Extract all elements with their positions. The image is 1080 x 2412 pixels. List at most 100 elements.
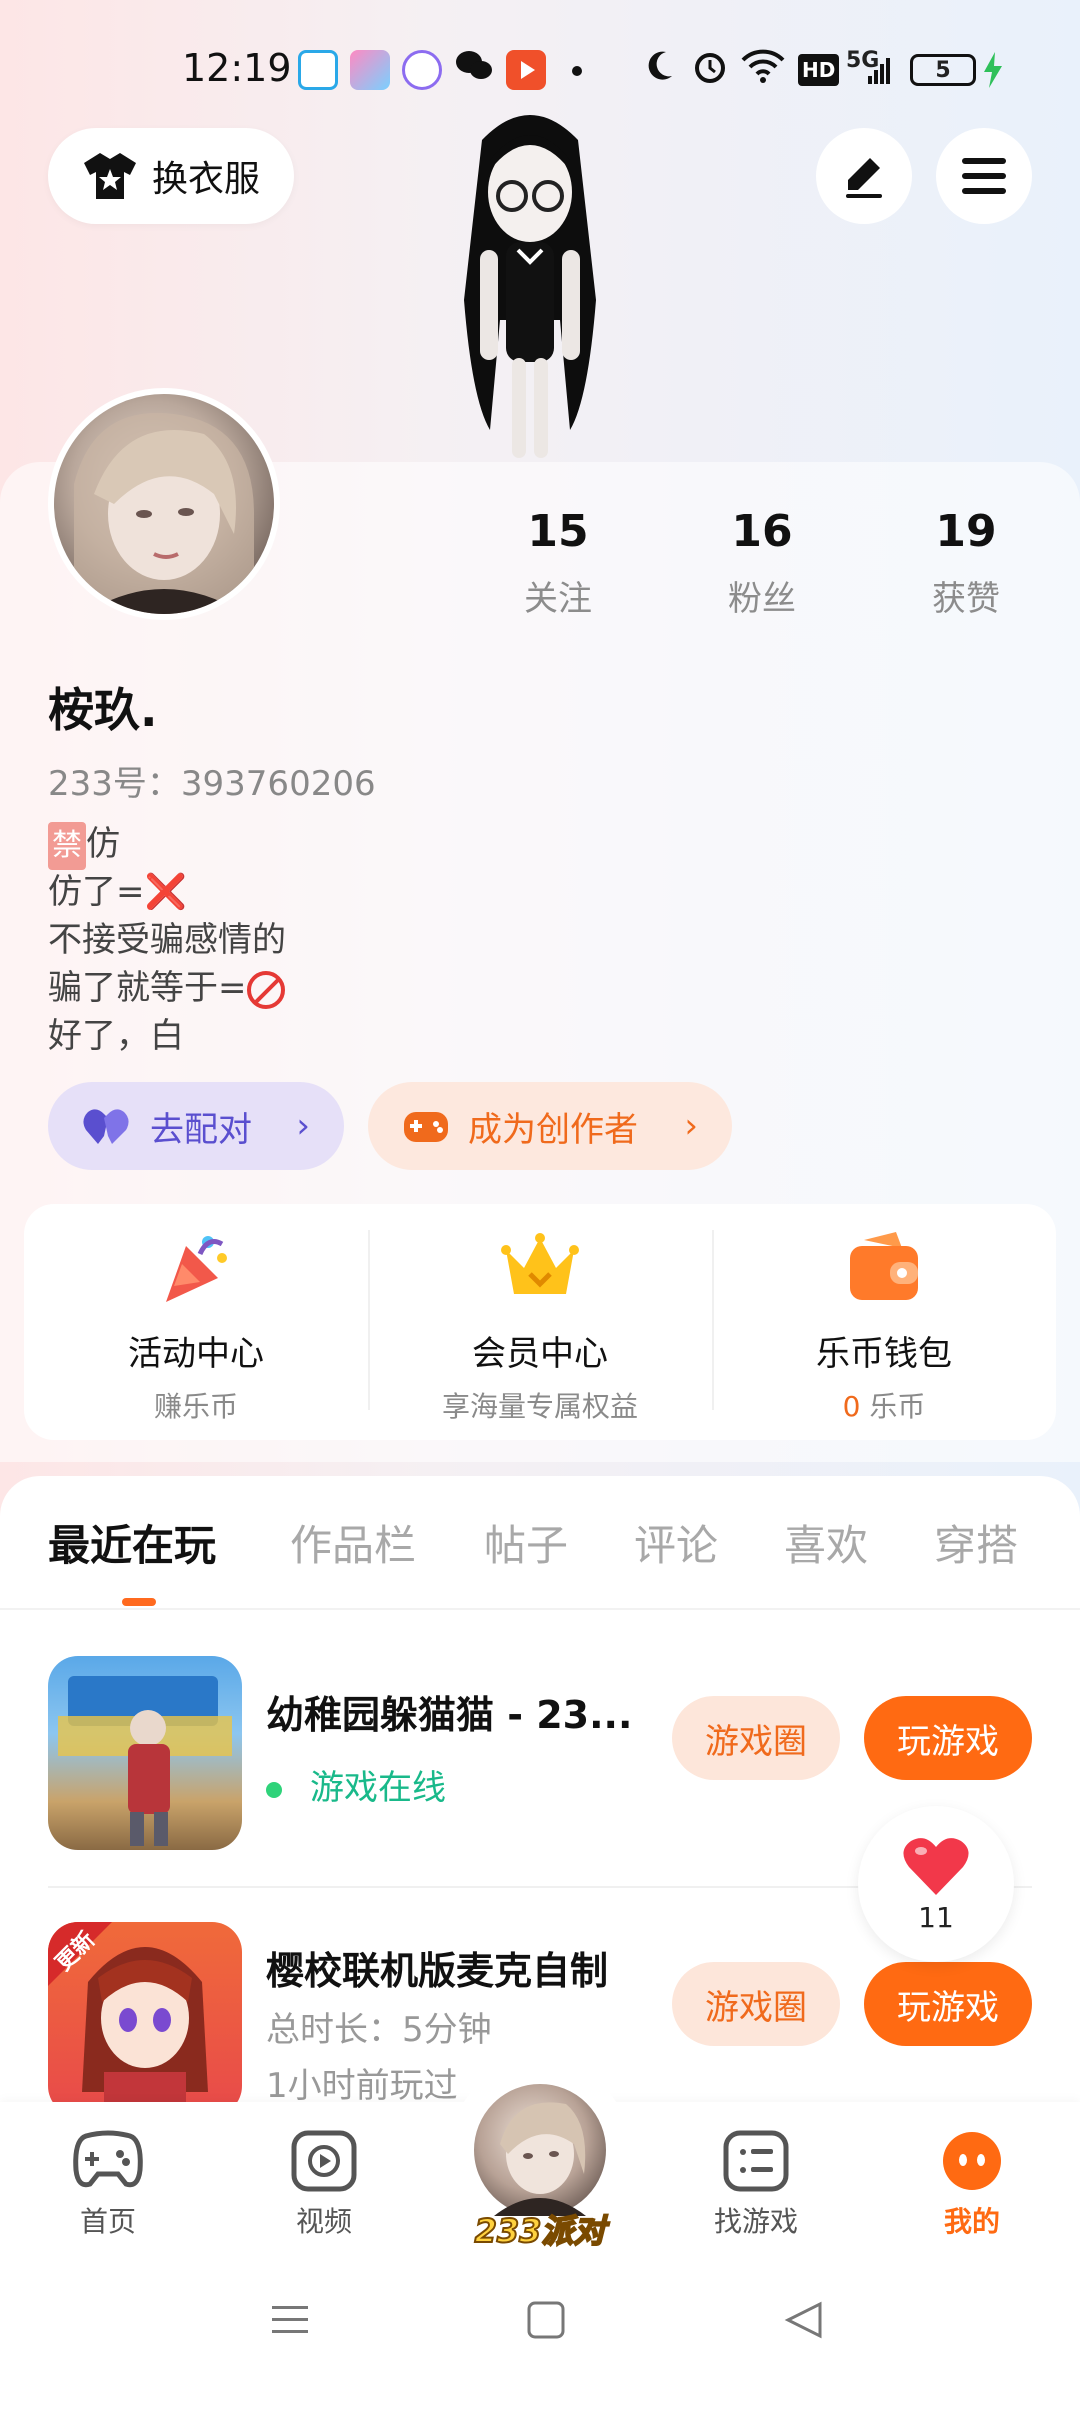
system-nav-bar [0,2252,1080,2412]
vip-center-title: 会员中心 [472,1334,608,1374]
bio-line-2-text: 仿了= [48,872,145,912]
hamburger-icon [962,158,1006,194]
game-thumbnail[interactable]: 更新 [48,1922,242,2116]
battery-level: 5 [935,57,951,83]
moon-icon [642,46,678,95]
game-app-icon [350,50,390,90]
bio-line-1-text: 仿 [86,824,120,864]
bio-line-4-text: 骗了就等于= [48,968,247,1008]
nav-find-games[interactable]: 找游戏 [686,2130,826,2240]
coin-wallet-subtitle: 0 乐币 [843,1385,926,1425]
pen-icon [846,158,882,198]
match-button[interactable]: 去配对 › [48,1082,344,1170]
nav-find-games-label: 找游戏 [713,2205,798,2238]
tab-posts[interactable]: 帖子 [484,1512,568,1573]
video-icon [291,2130,357,2192]
game-title: 樱校联机版麦克自制 [266,1949,609,1993]
battery-icon: 5 [910,54,976,86]
activity-center[interactable]: 活动中心 赚乐币 [24,1204,368,1440]
game-circle-button[interactable]: 游戏圈 [672,1962,840,2046]
edit-profile-button[interactable] [816,128,912,224]
video-app-icon [506,50,546,90]
game-circle-button[interactable]: 游戏圈 [672,1696,840,1780]
heart-icon [83,1109,129,1144]
coin-balance: 0 [842,1390,861,1423]
like-count: 11 [918,1900,954,1934]
nav-me-label: 我的 [943,2205,1000,2238]
stat-likes[interactable]: 19 获赞 [886,506,1046,620]
play-game-button[interactable]: 玩游戏 [864,1962,1032,2046]
likes-count: 19 [935,506,997,557]
home-icon[interactable] [526,2300,566,2344]
following-label: 关注 [524,579,592,619]
tab-works[interactable]: 作品栏 [290,1512,416,1573]
change-clothes-button[interactable]: 换衣服 [48,128,294,224]
online-dot [266,1781,282,1798]
bio-line-4: 骗了就等于= [48,964,286,1012]
tab-divider [0,1608,1080,1610]
user-id-value: 393760206 [180,764,376,804]
nav-party-label[interactable]: 233派对 [470,2206,610,2252]
chat-app-icon [402,50,442,90]
avatar-figure[interactable] [420,100,640,470]
status-time: 12:19 [182,46,292,90]
back-icon[interactable] [784,2300,824,2344]
game-title: 幼稚园躲猫猫 - 23... [266,1693,633,1737]
nav-me[interactable]: 我的 [902,2130,1042,2240]
chevron-right-icon: › [296,1106,310,1146]
nav-party-avatar[interactable] [470,2080,610,2220]
become-creator-label: 成为创作者 [468,1109,638,1150]
chevron-right-icon: › [684,1106,698,1146]
vip-center[interactable]: 会员中心 享海量专属权益 [368,1204,712,1440]
dot-icon [572,66,582,76]
stat-following[interactable]: 15 关注 [478,506,638,620]
profile-avatar[interactable] [48,388,280,620]
tab-comments[interactable]: 评论 [634,1512,718,1573]
nav-home-label: 首页 [79,2205,136,2238]
heart-icon [903,1837,969,1895]
vip-center-subtitle: 享海量专属权益 [441,1390,638,1423]
gamepad-icon [73,2130,143,2188]
fans-label: 粉丝 [728,579,796,619]
search-app-icon [298,50,338,90]
ban-mark: 禁 [48,822,86,870]
menu-button[interactable] [936,128,1032,224]
likes-label: 获赞 [932,579,1000,619]
like-floating-button[interactable]: 11 [858,1806,1014,1962]
game-status: 游戏在线 [266,1760,446,1809]
party-popper-icon [166,1236,227,1302]
signal-icon [868,54,890,90]
nav-video[interactable]: 视频 [254,2130,394,2240]
crown-icon [501,1233,579,1294]
status-bar: 12:19 HD 5G 5 [0,40,1080,104]
game-duration: 总时长：5分钟 [266,2010,492,2050]
tab-likes[interactable]: 喜欢 [784,1512,868,1573]
cross-mark-icon: ❌ [144,872,187,912]
tshirt-icon [83,153,136,199]
coin-wallet-title: 乐币钱包 [816,1334,952,1374]
tab-recent[interactable]: 最近在玩 [48,1512,216,1573]
user-id[interactable]: 233号：393760206 [48,756,376,805]
wechat-icon [454,46,494,95]
hd-badge: HD [798,54,840,86]
bio-line-2: 仿了=❌ [48,868,286,916]
alarm-icon [690,46,730,95]
game-thumbnail[interactable] [48,1656,242,1850]
recent-apps-icon[interactable] [270,2300,310,2344]
nav-video-label: 视频 [295,2205,352,2238]
tab-outfits[interactable]: 穿搭 [934,1512,1018,1573]
stat-fans[interactable]: 16 粉丝 [682,506,842,620]
become-creator-button[interactable]: 成为创作者 › [368,1082,732,1170]
play-game-button[interactable]: 玩游戏 [864,1696,1032,1780]
fans-count: 16 [731,506,793,557]
coin-wallet[interactable]: 乐币钱包 0 乐币 [712,1204,1056,1440]
gamepad-icon [404,1112,448,1142]
game-last-played: 1小时前玩过 [266,2066,458,2106]
bio-line-3: 不接受骗感情的 [48,920,286,960]
user-id-label: 233号： [48,764,181,804]
wifi-icon [740,46,786,95]
charging-icon [982,52,1004,92]
nav-home[interactable]: 首页 [38,2130,178,2240]
prohibited-icon [246,970,285,1009]
wallet-icon [850,1232,918,1300]
